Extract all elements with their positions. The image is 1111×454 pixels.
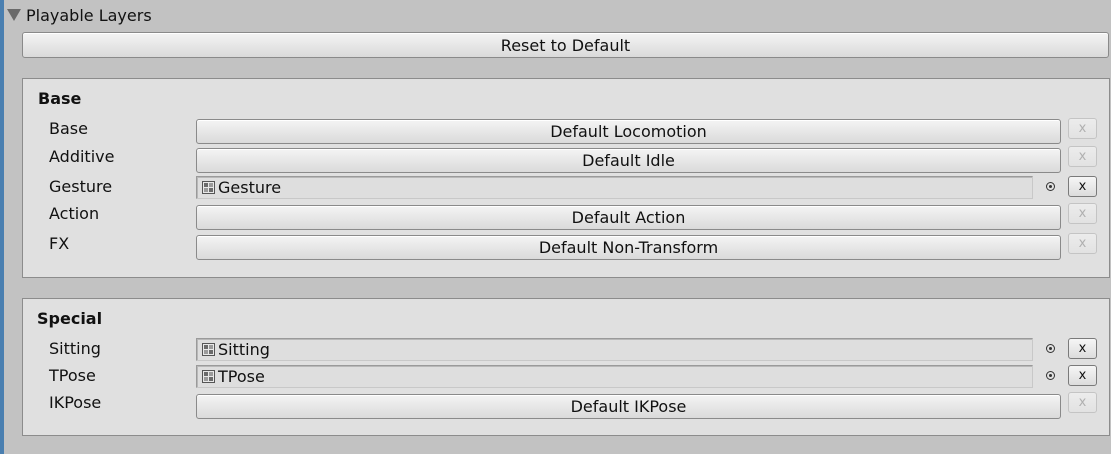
base-panel-title: Base: [38, 89, 82, 108]
row-label-action: Action: [49, 204, 100, 223]
gesture-object-field[interactable]: Gesture: [196, 176, 1033, 199]
action-layer-default-button[interactable]: Default Action: [196, 205, 1061, 230]
row-label-gesture: Gesture: [49, 177, 113, 196]
object-picker-icon[interactable]: [1046, 182, 1055, 191]
row-label-tpose: TPose: [49, 366, 96, 385]
animator-controller-icon: [202, 343, 215, 356]
base-layer-default-button[interactable]: Default Locomotion: [196, 119, 1061, 144]
special-panel-title: Special: [37, 309, 103, 328]
ikpose-layer-remove-button[interactable]: x: [1068, 392, 1097, 413]
sitting-object-field[interactable]: Sitting: [196, 338, 1033, 361]
foldout-arrow-icon[interactable]: [7, 9, 21, 21]
additive-layer-default-button[interactable]: Default Idle: [196, 148, 1061, 173]
object-picker-icon[interactable]: [1046, 344, 1055, 353]
base-layer-remove-button[interactable]: x: [1068, 118, 1097, 139]
selection-edge: [0, 0, 4, 454]
object-picker-icon[interactable]: [1046, 371, 1055, 380]
sitting-object-name: Sitting: [218, 340, 270, 359]
row-label-additive: Additive: [49, 147, 115, 166]
row-label-fx: FX: [49, 234, 70, 253]
reset-to-default-button[interactable]: Reset to Default: [22, 32, 1109, 58]
tpose-object-field[interactable]: TPose: [196, 365, 1033, 388]
fx-layer-remove-button[interactable]: x: [1068, 233, 1097, 254]
animator-controller-icon: [202, 181, 215, 194]
gesture-object-name: Gesture: [218, 178, 282, 197]
animator-controller-icon: [202, 370, 215, 383]
row-label-base: Base: [49, 119, 88, 138]
fx-layer-default-button[interactable]: Default Non-Transform: [196, 235, 1061, 260]
foldout-title: Playable Layers: [26, 5, 152, 25]
row-label-sitting: Sitting: [49, 339, 101, 358]
gesture-layer-remove-button[interactable]: x: [1068, 176, 1097, 197]
ikpose-layer-default-button[interactable]: Default IKPose: [196, 394, 1061, 419]
tpose-layer-remove-button[interactable]: x: [1068, 365, 1097, 386]
playable-layers-foldout[interactable]: Playable Layers: [6, 4, 152, 26]
sitting-layer-remove-button[interactable]: x: [1068, 338, 1097, 359]
action-layer-remove-button[interactable]: x: [1068, 203, 1097, 224]
additive-layer-remove-button[interactable]: x: [1068, 146, 1097, 167]
tpose-object-name: TPose: [218, 367, 265, 386]
row-label-ikpose: IKPose: [49, 393, 102, 412]
